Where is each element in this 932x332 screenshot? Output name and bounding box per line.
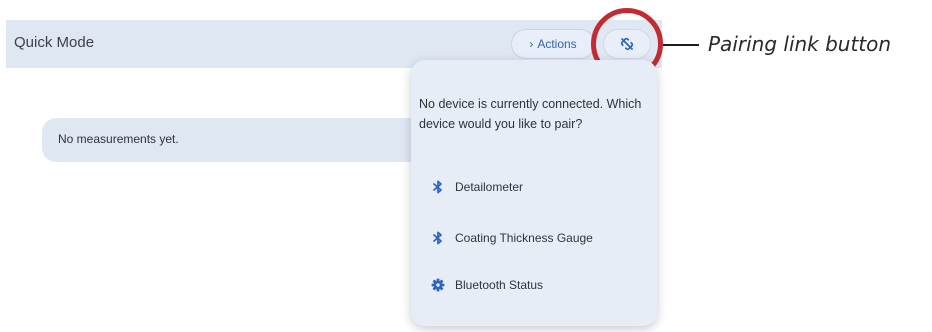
chevron-right-icon: › <box>529 37 534 51</box>
bluetooth-icon <box>431 180 445 194</box>
pairing-popup: No device is currently connected. Which … <box>411 60 657 326</box>
menu-item-detailometer[interactable]: Detailometer <box>419 172 647 202</box>
callout-label: Pairing link button <box>708 32 892 56</box>
menu-item-coating-thickness-gauge[interactable]: Coating Thickness Gauge <box>419 223 647 253</box>
menu-item-label: Bluetooth Status <box>455 278 544 292</box>
actions-button-label: Actions <box>537 37 577 51</box>
bluetooth-icon <box>431 231 445 245</box>
menu-item-bluetooth-status[interactable]: Bluetooth Status <box>419 270 647 300</box>
popup-message: No device is currently connected. Which … <box>419 97 642 131</box>
gear-icon <box>431 278 445 292</box>
empty-measurements-text: No measurements yet. <box>58 132 179 146</box>
link-off-icon <box>620 37 634 51</box>
pairing-link-button[interactable] <box>603 29 651 59</box>
measurements-panel: No measurements yet. <box>42 118 432 162</box>
page-title: Quick Mode <box>14 34 95 51</box>
callout-line <box>663 44 699 46</box>
menu-item-label: Detailometer <box>455 180 524 194</box>
menu-item-label: Coating Thickness Gauge <box>455 231 593 245</box>
actions-button[interactable]: › Actions <box>511 29 595 59</box>
